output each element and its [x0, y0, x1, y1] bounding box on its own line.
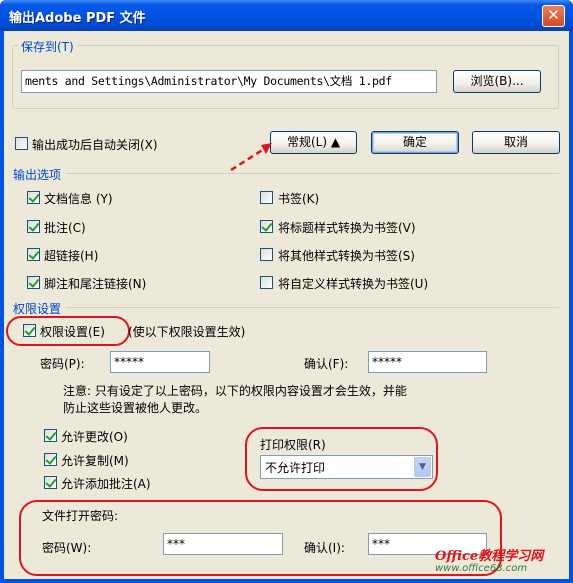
comments-label: 批注(C) [44, 221, 86, 235]
print-permission-value: 不允许打印 [265, 461, 326, 475]
permissions-heading: 权限设置 [13, 302, 62, 316]
footnotes-checkbox[interactable] [27, 276, 40, 289]
permissions-note-2: 防止这些设置被他人更改。 [63, 401, 208, 415]
allow-changes-label: 允许更改(O) [61, 430, 128, 444]
confirm-label: 确认(F): [304, 357, 349, 371]
print-permission-select[interactable]: 不允许打印 ▼ [260, 455, 433, 479]
allow-copy-checkbox[interactable] [44, 453, 57, 466]
permissions-note: 注意: 只有设定了以上密码，以下的权限内容设置才会生效，并能 [63, 384, 407, 398]
ok-button[interactable]: 确定 [371, 131, 459, 154]
allow-comments-checkbox[interactable] [44, 476, 57, 489]
dialog-window: 输出Adobe PDF 文件 ✕ 保存到(T) ments and Settin… [0, 0, 573, 583]
chevron-down-icon[interactable]: ▼ [414, 457, 431, 477]
permissions-hint: (使以下权限设置生效) [128, 325, 246, 339]
output-options-separator [66, 173, 559, 174]
print-permission-label: 打印权限(R) [260, 438, 326, 452]
other-bookmarks-checkbox[interactable] [260, 248, 273, 261]
title-bar[interactable]: 输出Adobe PDF 文件 ✕ [0, 0, 573, 31]
allow-changes-checkbox[interactable] [44, 429, 57, 442]
bookmarks-label: 书签(K) [278, 192, 320, 206]
window-title: 输出Adobe PDF 文件 [9, 11, 146, 26]
confirm-field[interactable]: ***** [368, 351, 487, 373]
permissions-checkbox[interactable] [23, 324, 36, 337]
watermark-url: www.office68.com [435, 563, 528, 574]
window-frame-right [569, 31, 573, 583]
doc-info-checkbox[interactable] [27, 191, 40, 204]
auto-close-label: 输出成功后自动关闭(X) [32, 138, 158, 152]
open-confirm-label: 确认(I): [304, 541, 345, 555]
auto-close-checkbox[interactable] [15, 137, 28, 150]
allow-copy-label: 允许复制(M) [61, 454, 129, 468]
cancel-button[interactable]: 取消 [472, 131, 560, 154]
annotation-arrow [230, 143, 272, 172]
heading-bookmarks-checkbox[interactable] [260, 220, 273, 233]
browse-button[interactable]: 浏览(B)... [453, 70, 541, 93]
watermark-brand: Office教程学习网 [435, 549, 544, 564]
save-path-field[interactable]: ments and Settings\Administrator\My Docu… [21, 70, 437, 93]
password-field[interactable]: ***** [110, 351, 210, 373]
general-button[interactable]: 常规(L) ▲ [270, 131, 357, 154]
footnotes-label: 脚注和尾注链接(N) [44, 277, 147, 291]
output-options-heading: 输出选项 [13, 168, 62, 182]
open-password-heading: 文件打开密码: [42, 509, 119, 523]
bookmarks-checkbox[interactable] [260, 191, 273, 204]
permissions-separator [66, 307, 559, 308]
permissions-label: 权限设置(E) [40, 325, 105, 339]
password-label: 密码(P): [40, 357, 85, 371]
comments-checkbox[interactable] [27, 220, 40, 233]
open-password-field[interactable]: *** [163, 533, 283, 555]
custom-bookmarks-checkbox[interactable] [260, 276, 273, 289]
other-bookmarks-label: 将其他样式转换为书签(S) [278, 249, 415, 263]
window-frame-bottom [0, 579, 573, 583]
open-password-label: 密码(W): [42, 541, 92, 555]
dialog-body: 保存到(T) ments and Settings\Administrator\… [4, 31, 569, 579]
hyperlinks-checkbox[interactable] [27, 248, 40, 261]
allow-comments-label: 允许添加批注(A) [61, 477, 151, 491]
hyperlinks-label: 超链接(H) [44, 249, 99, 263]
doc-info-label: 文档信息 (Y) [44, 192, 113, 206]
heading-bookmarks-label: 将标题样式转换为书签(V) [278, 221, 416, 235]
custom-bookmarks-label: 将自定义样式转换为书签(U) [278, 277, 429, 291]
close-icon[interactable]: ✕ [542, 5, 565, 27]
save-to-label: 保存到(T) [18, 38, 77, 55]
